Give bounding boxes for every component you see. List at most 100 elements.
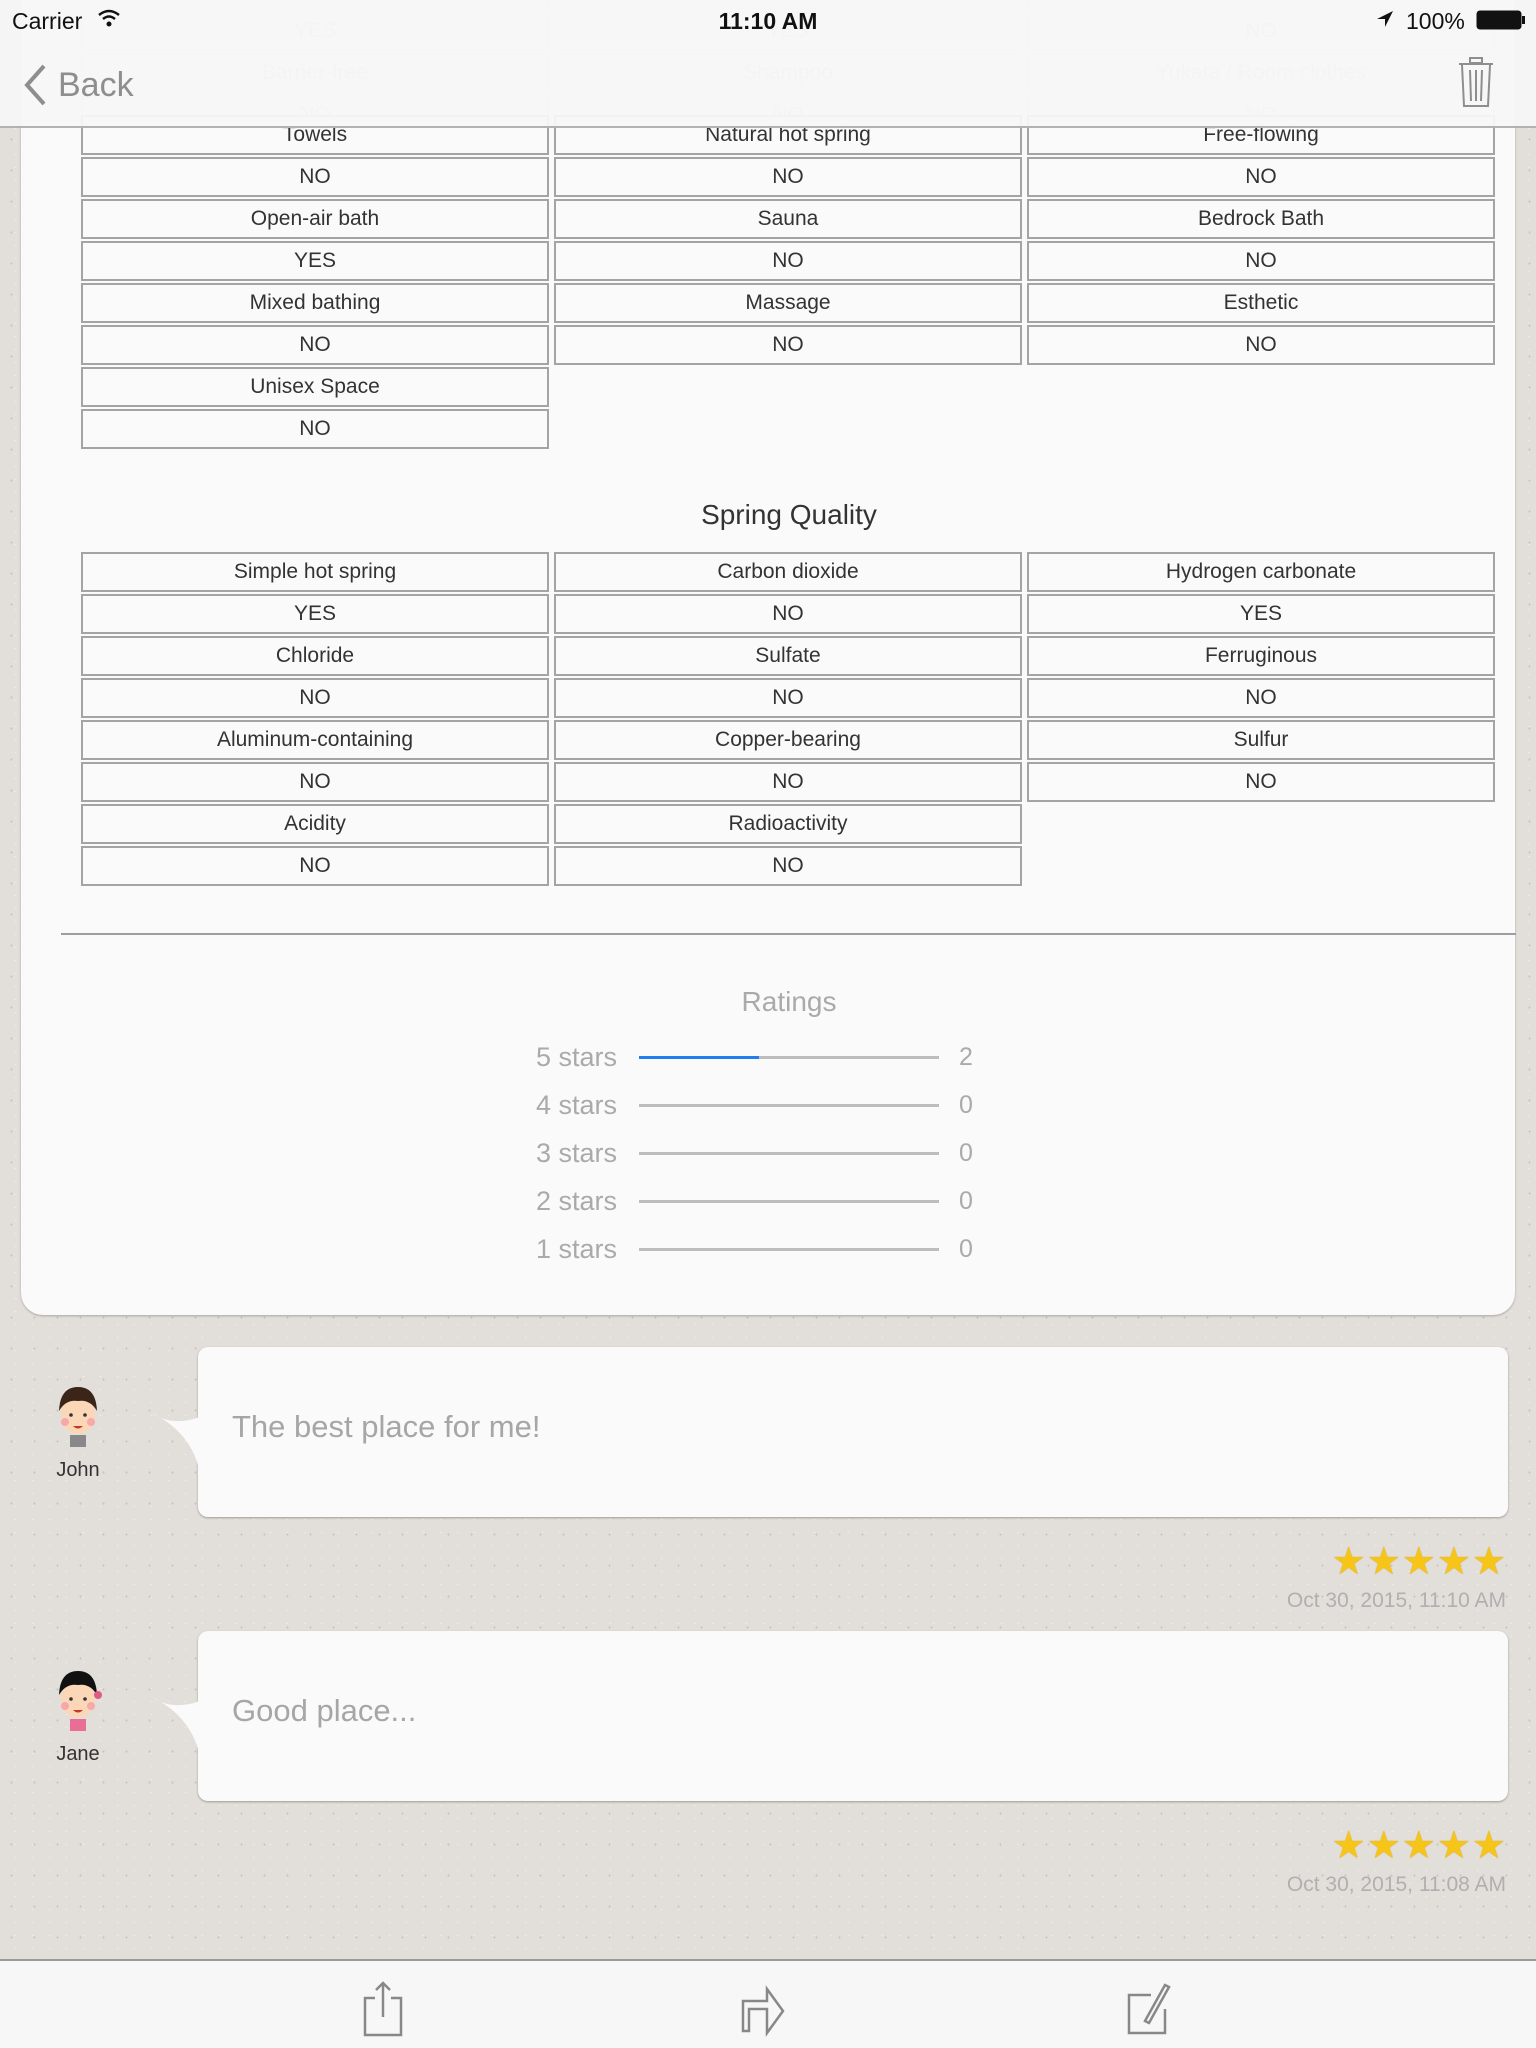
item-value: NO (81, 409, 549, 449)
trash-icon[interactable] (1456, 56, 1496, 108)
item-value: NO (1027, 762, 1495, 802)
item-value: NO (1027, 157, 1495, 197)
rating-bar-fill (639, 1055, 759, 1059)
star-icon: ★ (1366, 1825, 1401, 1867)
clock: 11:10 AM (718, 8, 818, 34)
location-arrow-icon (1377, 11, 1393, 27)
table-item: Simple hot spring YES (81, 552, 549, 634)
bubble-tail (152, 1413, 204, 1478)
rating-count: 2 (959, 1042, 973, 1071)
item-label: Simple hot spring (81, 552, 549, 592)
rating-label: 5 stars (535, 1041, 617, 1072)
rating-label: 1 stars (535, 1233, 617, 1264)
comment-text: Good place... (232, 1693, 417, 1728)
item-value: YES (81, 594, 549, 634)
item-label: Esthetic (1027, 283, 1495, 323)
star-icon: ★ (1436, 1825, 1471, 1867)
facilities-table: Towels NO Natural hot spring NO Free-flowing… (81, 115, 1497, 449)
spring-quality-title: Spring Quality (701, 499, 877, 530)
item-value: NO (81, 762, 549, 802)
rating-bar (639, 1055, 939, 1059)
rating-label: 4 stars (535, 1089, 617, 1120)
item-label: Radioactivity (554, 804, 1022, 844)
back-label: Back (58, 65, 134, 104)
table-item: Esthetic NO (1027, 283, 1495, 365)
item-value: NO (554, 762, 1022, 802)
divider (61, 933, 1516, 935)
rating-bar (639, 1103, 939, 1107)
table-item: Ferruginous NO (1027, 636, 1495, 718)
star-icon: ★ (1401, 1825, 1436, 1867)
item-value: NO (81, 157, 549, 197)
item-value: YES (81, 241, 549, 281)
rating-bar (639, 1247, 939, 1251)
item-label: Carbon dioxide (554, 552, 1022, 592)
rating-row: 2 stars 0 (421, 1181, 1021, 1221)
table-item: Sauna NO (554, 199, 1022, 281)
item-label: Massage (554, 283, 1022, 323)
table-item: Unisex Space NO (81, 367, 549, 449)
detail-card: YESYESNOBarrier-freeNOShampooNOYukata / … (21, 0, 1516, 1315)
rating-count: 0 (959, 1090, 973, 1119)
star-icon: ★ (1331, 1825, 1366, 1867)
item-value: NO (1027, 325, 1495, 365)
forward-icon[interactable] (735, 1981, 791, 2037)
rating-count: 0 (959, 1138, 973, 1167)
comment-date: Oct 30, 2015, 11:10 AM (1286, 1589, 1506, 1612)
item-value: NO (554, 846, 1022, 886)
item-label: Sulfate (554, 636, 1022, 676)
table-item: Massage NO (554, 283, 1022, 365)
table-item: Acidity NO (81, 804, 549, 886)
star-icon: ★ (1331, 1541, 1366, 1583)
item-label: Mixed bathing (81, 283, 549, 323)
rating-bar (639, 1199, 939, 1203)
table-item: Sulfate NO (554, 636, 1022, 718)
table-item: Copper-bearing NO (554, 720, 1022, 802)
rating-label: 3 stars (535, 1137, 617, 1168)
rating-row: 3 stars 0 (421, 1133, 1021, 1173)
item-value: YES (1027, 594, 1495, 634)
star-icon: ★ (1471, 1541, 1506, 1583)
item-label: Sauna (554, 199, 1022, 239)
rating-row: 1 stars 0 (421, 1229, 1021, 1269)
rating-label: 2 stars (535, 1185, 617, 1216)
boy-avatar (50, 1381, 106, 1451)
item-label: Acidity (81, 804, 549, 844)
table-item: Radioactivity NO (554, 804, 1022, 886)
item-label: Sulfur (1027, 720, 1495, 760)
item-value: NO (554, 325, 1022, 365)
comment-text: The best place for me! (232, 1409, 541, 1444)
item-value: NO (1027, 241, 1495, 281)
item-label: Bedrock Bath (1027, 199, 1495, 239)
girl-avatar (50, 1665, 106, 1735)
item-label: Unisex Space (81, 367, 549, 407)
item-value: NO (1027, 678, 1495, 718)
item-value: NO (554, 241, 1022, 281)
item-label: Copper-bearing (554, 720, 1022, 760)
star-icon: ★ (1471, 1825, 1506, 1867)
commenter-name: John (56, 1459, 100, 1481)
table-item: Chloride NO (81, 636, 549, 718)
item-value: NO (81, 325, 549, 365)
rating-bar (639, 1151, 939, 1155)
bottom-toolbar (0, 1959, 1536, 2048)
table-item: Open-air bath YES (81, 199, 549, 281)
battery-icon (1476, 10, 1525, 30)
item-value: NO (81, 846, 549, 886)
comment-item: Jane Good place... ★ ★ ★ ★ ★ Oct 30, 2015, 11:0… (0, 1631, 1536, 1949)
item-label: Aluminum-containing (81, 720, 549, 760)
item-value: NO (554, 157, 1022, 197)
rating-count: 0 (959, 1234, 973, 1263)
star-icon: ★ (1366, 1541, 1401, 1583)
item-label: Open-air bath (81, 199, 549, 239)
star-icon: ★ (1401, 1541, 1436, 1583)
chevron-left-icon (24, 64, 46, 106)
rating-row: 4 stars 0 (421, 1085, 1021, 1125)
back-button[interactable]: Back (22, 60, 134, 110)
item-label: Ferruginous (1027, 636, 1495, 676)
share-icon[interactable] (355, 1981, 411, 2037)
bubble-tail (152, 1697, 204, 1762)
comment-item: John The best place for me! ★ ★ ★ ★ ★ Oct 30, 2… (0, 1347, 1536, 1665)
star-rating: ★ ★ ★ ★ ★ (1332, 1539, 1506, 1584)
compose-icon[interactable] (1121, 1981, 1177, 2037)
